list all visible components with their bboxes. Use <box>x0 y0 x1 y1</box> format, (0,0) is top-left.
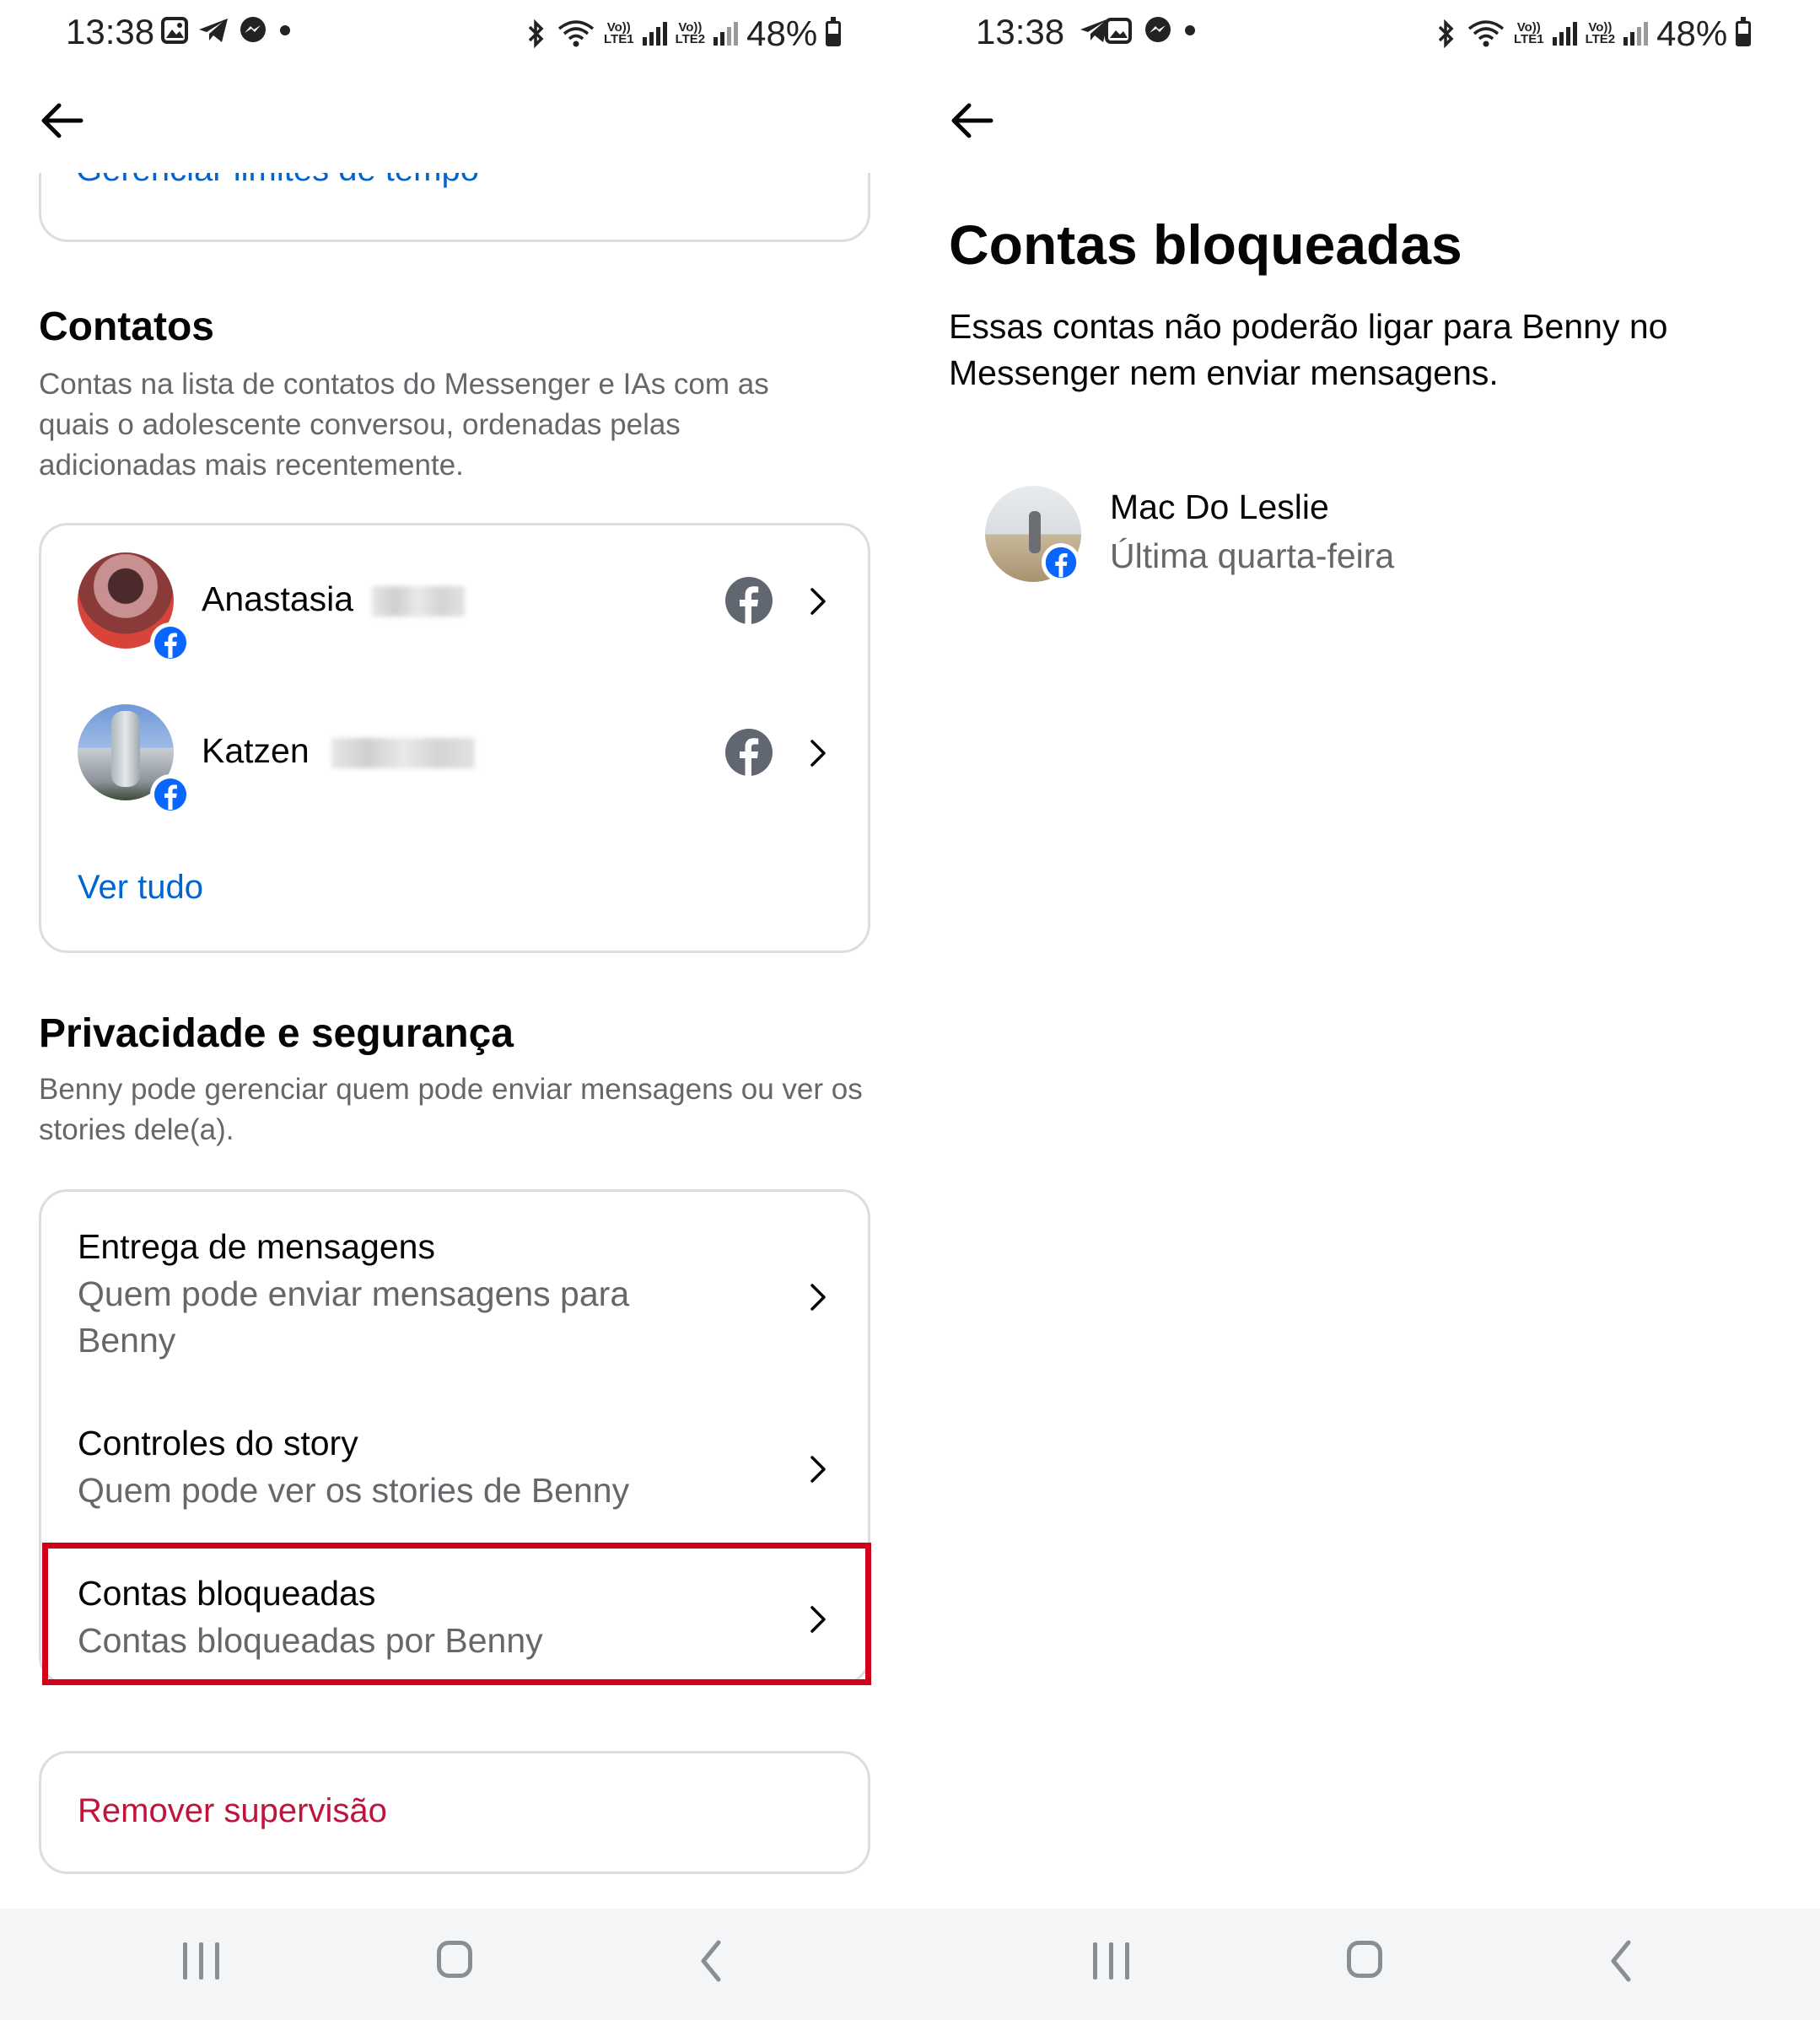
chevron-right-icon <box>810 1456 826 1483</box>
chevron-right-icon <box>810 588 826 615</box>
remove-supervision-card[interactable]: Remover supervisão <box>39 1751 870 1874</box>
signal-1-icon <box>1552 22 1577 46</box>
signal-2-icon <box>1623 22 1649 46</box>
battery-percent: 48% <box>1656 13 1728 53</box>
volte-lte2-indicator: Vo)) LTE2 <box>675 20 706 46</box>
supervision-settings-screen: 13:38 Vo))LTE1 Vo))LTE2 48% Gerenciar li… <box>0 0 910 2020</box>
page-title: Contas bloqueadas <box>949 213 1462 276</box>
blocked-account-name: Mac Do Leslie <box>1110 487 1329 526</box>
recent-apps-icon[interactable] <box>1093 1942 1129 1980</box>
facebook-icon <box>725 577 773 625</box>
story-controls-title: Controles do story <box>78 1424 358 1462</box>
contact-item-katzen[interactable]: Katzen <box>41 694 868 815</box>
wifi-icon <box>1467 20 1505 47</box>
status-time: 13:38 <box>66 12 155 51</box>
chevron-right-icon <box>810 740 826 767</box>
signal-1-icon <box>642 22 667 46</box>
facebook-badge-icon <box>1042 543 1080 582</box>
redacted-surname <box>331 738 475 768</box>
chevron-right-icon <box>810 1284 826 1311</box>
status-notification-icons <box>1079 15 1198 46</box>
home-icon[interactable] <box>1347 1941 1382 1978</box>
back-nav-icon[interactable] <box>698 1938 724 1984</box>
recent-apps-icon[interactable] <box>183 1942 219 1980</box>
home-icon[interactable] <box>437 1941 472 1978</box>
contacts-section-description: Contas na lista de contatos do Messenger… <box>39 368 769 482</box>
blocked-account-item[interactable]: Mac Do Leslie Última quarta-feira <box>910 472 1820 599</box>
privacy-section-description: Benny pode gerenciar quem pode enviar me… <box>39 1073 863 1146</box>
back-arrow-icon[interactable] <box>947 100 998 142</box>
signal-2-icon <box>713 22 739 46</box>
contacts-card: Anastasia Katzen Ver tudo <box>39 523 870 953</box>
facebook-icon <box>725 729 773 777</box>
status-system-icons: Vo)) LTE1 Vo)) LTE2 48% <box>1435 13 1752 54</box>
bluetooth-icon <box>1438 19 1454 49</box>
story-controls-item[interactable]: Controles do story Quem pode ver os stor… <box>41 1405 868 1532</box>
time-limits-card[interactable]: Gerenciar limites de tempo <box>39 173 870 245</box>
contacts-section-title: Contatos <box>39 304 214 349</box>
contact-name: Anastasia <box>202 579 354 618</box>
facebook-badge-icon <box>150 622 191 663</box>
redacted-surname <box>372 586 465 617</box>
messenger-icon <box>240 17 266 42</box>
message-delivery-item[interactable]: Entrega de mensagens Quem pode enviar me… <box>41 1209 868 1377</box>
notification-dot-icon <box>280 25 290 35</box>
telegram-gallery-icon <box>1080 18 1132 44</box>
blocked-account-date: Última quarta-feira <box>1110 536 1395 575</box>
battery-percent: 48% <box>746 13 818 53</box>
see-all-link[interactable]: Ver tudo <box>78 869 203 907</box>
blocked-accounts-screen: 13:38 Vo)) LTE1 Vo)) LTE2 48% Contas bloqu… <box>910 0 1820 2020</box>
volte-lte1-indicator: Vo)) LTE1 <box>1514 20 1544 46</box>
messenger-icon <box>1145 17 1171 42</box>
status-notification-icons <box>160 15 293 46</box>
bluetooth-icon <box>528 19 544 49</box>
back-nav-icon[interactable] <box>1608 1938 1634 1984</box>
notification-dot-icon <box>1185 25 1195 35</box>
story-controls-subtitle: Quem pode ver os stories de Benny <box>78 1471 630 1510</box>
contact-item-anastasia[interactable]: Anastasia <box>41 542 868 663</box>
gallery-icon <box>161 17 188 44</box>
wifi-icon <box>557 20 595 47</box>
battery-icon <box>1736 17 1752 46</box>
battery-icon <box>826 17 842 46</box>
facebook-badge-icon <box>150 774 191 815</box>
message-delivery-title: Entrega de mensagens <box>78 1227 435 1266</box>
volte-lte1-indicator: Vo)) LTE1 <box>604 20 634 46</box>
highlight-box <box>42 1543 871 1685</box>
time-limits-link[interactable]: Gerenciar limites de tempo <box>76 173 479 189</box>
volte-lte2-indicator: Vo)) LTE2 <box>1585 20 1616 46</box>
status-time: 13:38 <box>976 12 1065 51</box>
privacy-section-title: Privacidade e segurança <box>39 1011 514 1056</box>
page-description: Essas contas não poderão ligar para Benn… <box>949 307 1668 392</box>
status-system-icons: Vo)) LTE1 Vo)) LTE2 48% <box>525 13 842 54</box>
telegram-icon <box>199 19 228 42</box>
remove-supervision-button[interactable]: Remover supervisão <box>78 1792 387 1830</box>
contact-name: Katzen <box>202 731 310 770</box>
message-delivery-subtitle: Quem pode enviar mensagens para Benny <box>78 1274 630 1360</box>
back-arrow-icon[interactable] <box>37 100 88 142</box>
